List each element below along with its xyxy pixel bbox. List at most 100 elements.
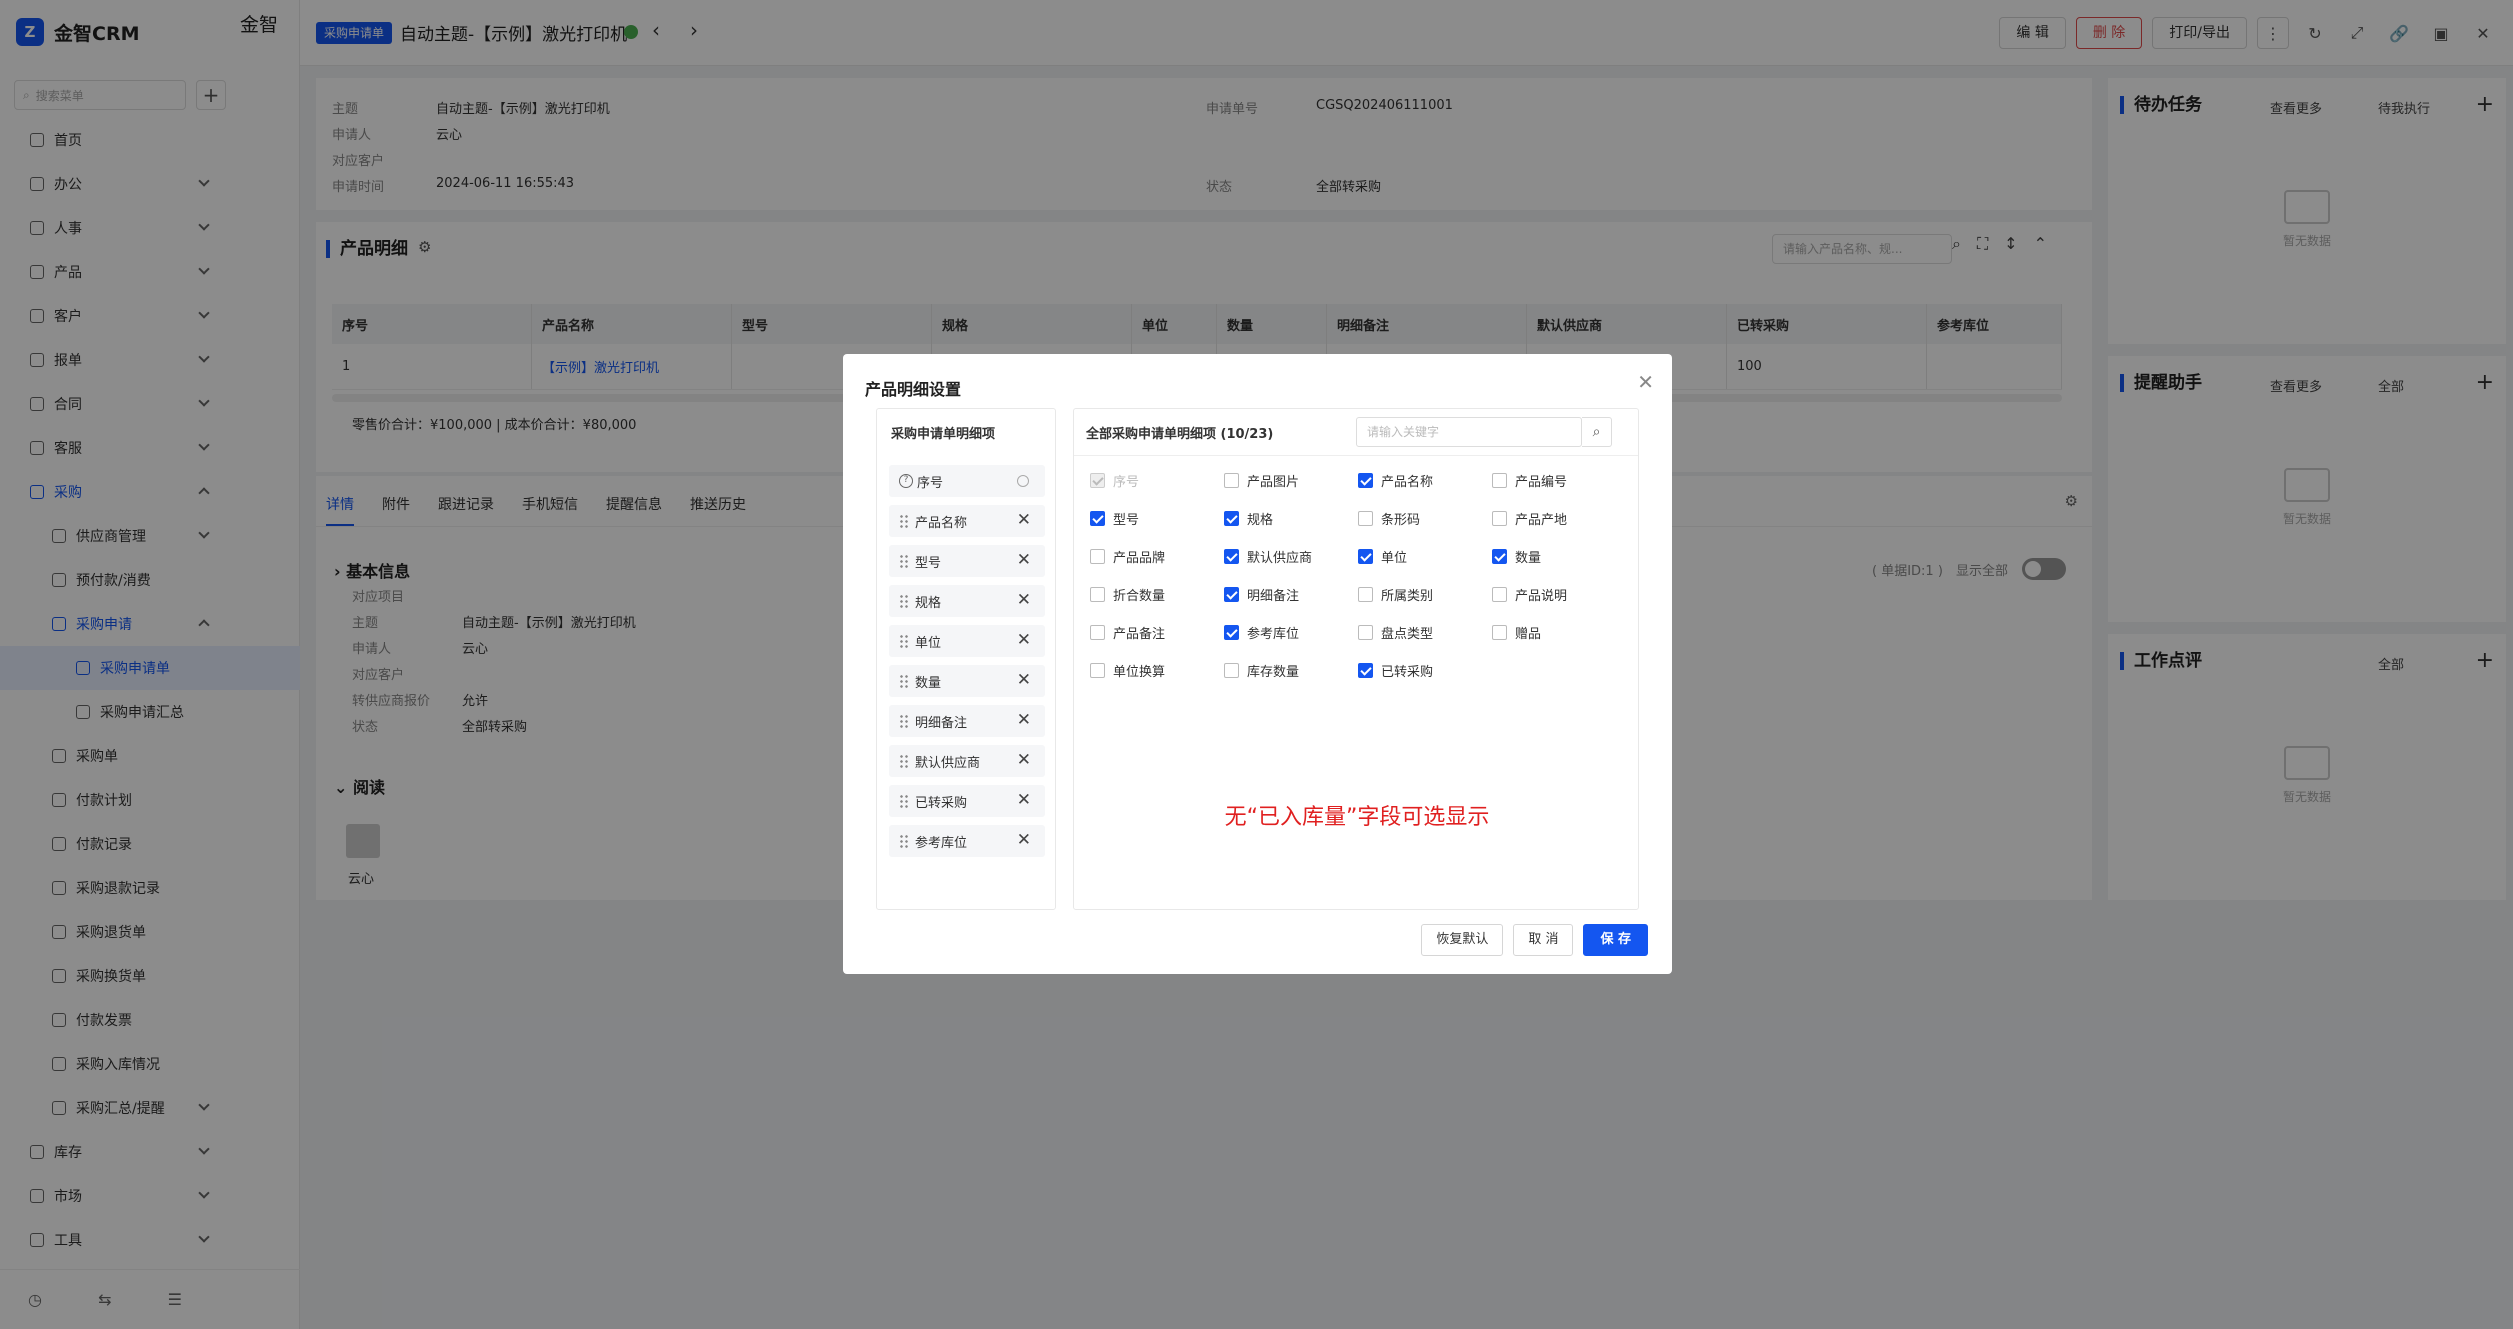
field-checkbox[interactable]: 数量 xyxy=(1492,547,1541,566)
drag-handle-icon[interactable] xyxy=(899,594,909,608)
field-checkbox[interactable]: 产品品牌 xyxy=(1090,547,1165,566)
checkbox-icon xyxy=(1224,587,1239,602)
field-checkbox-label: 产品说明 xyxy=(1515,589,1568,604)
field-checkbox-label: 所属类别 xyxy=(1381,589,1434,604)
drag-handle-icon[interactable] xyxy=(899,674,909,688)
field-checkbox-label: 条形码 xyxy=(1381,513,1421,528)
cancel-button[interactable]: 取 消 xyxy=(1513,924,1574,956)
drag-handle-icon[interactable] xyxy=(899,514,909,528)
field-checkbox[interactable]: 默认供应商 xyxy=(1224,547,1312,566)
field-checkbox[interactable]: 产品编号 xyxy=(1492,471,1567,490)
field-checkbox[interactable]: 条形码 xyxy=(1358,509,1420,528)
help-icon: ? xyxy=(899,474,913,488)
remove-icon[interactable]: ✕ xyxy=(1017,590,1031,610)
field-checkbox[interactable]: 参考库位 xyxy=(1224,623,1299,642)
field-checkbox-label: 盘点类型 xyxy=(1381,627,1434,642)
modal-close-icon[interactable]: ✕ xyxy=(1637,370,1654,394)
selected-field-label: 序号 xyxy=(917,475,944,491)
selected-field-item[interactable]: 型号 ✕ xyxy=(889,545,1045,577)
field-checkbox[interactable]: 明细备注 xyxy=(1224,585,1299,604)
field-checkbox[interactable]: 产品备注 xyxy=(1090,623,1165,642)
remove-icon[interactable]: ✕ xyxy=(1017,710,1031,730)
checkbox-icon xyxy=(1224,625,1239,640)
annotation-text: 无“已入库量”字段可选显示 xyxy=(1224,805,1490,830)
selected-field-item[interactable]: 数量 ✕ xyxy=(889,665,1045,697)
drag-handle-icon[interactable] xyxy=(899,714,909,728)
checkbox-icon xyxy=(1492,473,1507,488)
selected-field-label: 参考库位 xyxy=(915,835,968,851)
field-checkbox-label: 规格 xyxy=(1247,513,1274,528)
remove-icon[interactable]: ✕ xyxy=(1017,670,1031,690)
remove-icon[interactable]: ✕ xyxy=(1017,510,1031,530)
field-checkbox-label: 序号 xyxy=(1113,475,1140,490)
drag-handle-icon[interactable] xyxy=(899,634,909,648)
all-fields-pane: 全部采购申请单明细项 (10/23) 请输入关键字 ⌕ 序号 产品图片 产品名称 产品… xyxy=(1073,408,1639,910)
remove-icon[interactable]: ✕ xyxy=(1017,630,1031,650)
selected-field-item[interactable]: 明细备注 ✕ xyxy=(889,705,1045,737)
remove-icon[interactable]: ✕ xyxy=(1017,550,1031,570)
field-checkbox[interactable]: 赠品 xyxy=(1492,623,1541,642)
selected-field-item[interactable]: 产品名称 ✕ xyxy=(889,505,1045,537)
field-checkbox: 序号 xyxy=(1090,471,1139,490)
field-checkbox[interactable]: 产品产地 xyxy=(1492,509,1567,528)
save-button[interactable]: 保 存 xyxy=(1583,924,1648,956)
selected-field-item[interactable]: 默认供应商 ✕ xyxy=(889,745,1045,777)
field-checkbox-label: 已转采购 xyxy=(1381,665,1434,680)
field-checkbox[interactable]: 规格 xyxy=(1224,509,1273,528)
field-checkbox-label: 单位 xyxy=(1381,551,1408,566)
pane-divider xyxy=(1074,455,1638,456)
selected-field-item[interactable]: 规格 ✕ xyxy=(889,585,1045,617)
drag-handle-icon[interactable] xyxy=(899,794,909,808)
checkbox-icon xyxy=(1090,473,1105,488)
selected-field-label: 明细备注 xyxy=(915,715,968,731)
field-checkbox[interactable]: 盘点类型 xyxy=(1358,623,1433,642)
selected-field-item[interactable]: ? 序号 xyxy=(889,465,1045,497)
field-checkbox[interactable]: 产品名称 xyxy=(1358,471,1433,490)
field-search-input[interactable]: 请输入关键字 xyxy=(1356,417,1582,447)
field-checkbox-label: 产品品牌 xyxy=(1113,551,1166,566)
remove-icon[interactable]: ✕ xyxy=(1017,750,1031,770)
selected-field-label: 默认供应商 xyxy=(915,755,981,771)
selected-field-item[interactable]: 已转采购 ✕ xyxy=(889,785,1045,817)
selected-field-item[interactable]: 参考库位 ✕ xyxy=(889,825,1045,857)
checkbox-icon xyxy=(1224,511,1239,526)
checkbox-icon xyxy=(1492,625,1507,640)
field-checkbox[interactable]: 折合数量 xyxy=(1090,585,1165,604)
modal-footer: 恢复默认 取 消 保 存 xyxy=(1421,924,1648,956)
selected-field-label: 单位 xyxy=(915,635,942,651)
field-checkbox-label: 产品产地 xyxy=(1515,513,1568,528)
checkbox-icon xyxy=(1358,625,1373,640)
drag-handle-icon[interactable] xyxy=(899,754,909,768)
field-checkbox[interactable]: 单位换算 xyxy=(1090,661,1165,680)
reset-default-button[interactable]: 恢复默认 xyxy=(1421,924,1504,956)
selected-fields-title: 采购申请单明细项 xyxy=(891,427,996,442)
search-icon[interactable]: ⌕ xyxy=(1582,417,1612,447)
product-detail-settings-modal: 产品明细设置 ✕ 采购申请单明细项 ? 序号 产品名称 ✕ 型号 ✕ 规格 ✕ 单位 ✕ 数量 ✕ 明细… xyxy=(843,354,1672,974)
field-checkbox[interactable]: 已转采购 xyxy=(1358,661,1433,680)
field-checkbox[interactable]: 单位 xyxy=(1358,547,1407,566)
remove-icon[interactable]: ✕ xyxy=(1017,790,1031,810)
checkbox-icon xyxy=(1224,663,1239,678)
remove-icon[interactable]: ✕ xyxy=(1017,830,1031,850)
field-checkbox-label: 产品编号 xyxy=(1515,475,1568,490)
locked-icon xyxy=(1017,475,1029,487)
field-checkbox[interactable]: 产品图片 xyxy=(1224,471,1299,490)
selected-field-item[interactable]: 单位 ✕ xyxy=(889,625,1045,657)
checkbox-icon xyxy=(1358,587,1373,602)
checkbox-icon xyxy=(1492,511,1507,526)
field-checkbox[interactable]: 产品说明 xyxy=(1492,585,1567,604)
field-checkbox[interactable]: 库存数量 xyxy=(1224,661,1299,680)
selected-field-label: 数量 xyxy=(915,675,942,691)
field-checkbox-label: 库存数量 xyxy=(1247,665,1300,680)
field-checkbox[interactable]: 型号 xyxy=(1090,509,1139,528)
modal-title: 产品明细设置 xyxy=(865,380,962,399)
drag-handle-icon[interactable] xyxy=(899,834,909,848)
field-checkbox[interactable]: 所属类别 xyxy=(1358,585,1433,604)
drag-handle-icon[interactable] xyxy=(899,554,909,568)
checkbox-icon xyxy=(1358,511,1373,526)
checkbox-icon xyxy=(1090,511,1105,526)
selected-field-label: 已转采购 xyxy=(915,795,968,811)
field-checkbox-label: 折合数量 xyxy=(1113,589,1166,604)
field-checkbox-label: 赠品 xyxy=(1515,627,1542,642)
checkbox-icon xyxy=(1090,549,1105,564)
